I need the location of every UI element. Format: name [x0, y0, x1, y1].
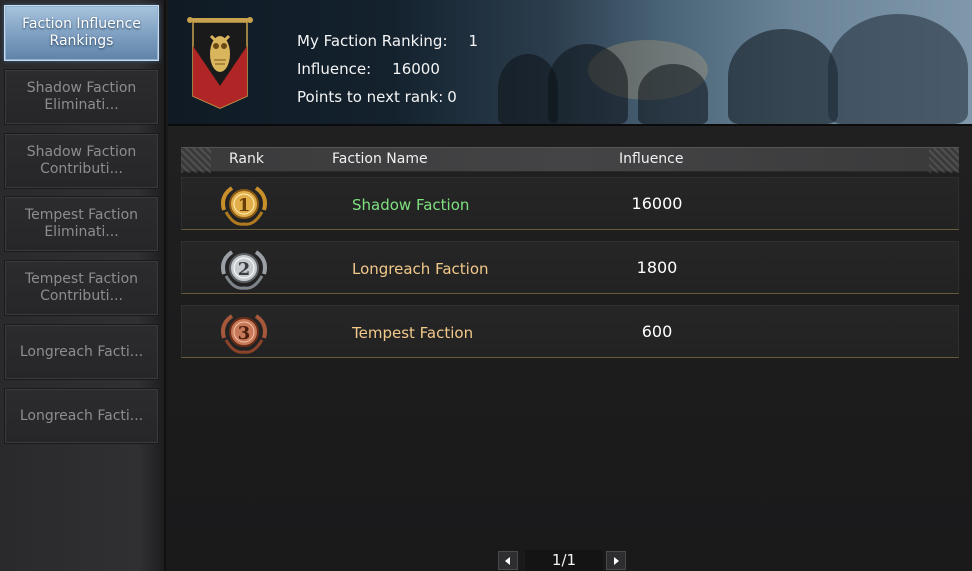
faction-name: Tempest Faction	[352, 324, 474, 342]
column-rank: Rank	[229, 151, 264, 167]
next-rank-label: Points to next rank:	[297, 88, 444, 106]
chevron-left-icon	[505, 556, 510, 565]
faction-influence: 16000	[631, 194, 683, 213]
table-row: 3 Tempest Faction 600	[181, 305, 959, 358]
header-ornament	[929, 148, 959, 173]
rank-1-text: 1	[238, 195, 251, 216]
faction-influence: 600	[641, 322, 673, 341]
my-ranking-value: 1	[468, 32, 479, 50]
sidebar-item-label: Longreach Facti...	[19, 407, 144, 424]
sidebar-item-tempest-faction-elimination[interactable]: Tempest Faction Eliminati...	[4, 196, 159, 252]
sidebar-item-label: Tempest Faction Eliminati...	[24, 207, 139, 240]
rank-3-text: 3	[238, 323, 251, 344]
my-faction-info: My Faction Ranking: 1 Influence: 16000 P…	[297, 27, 478, 111]
column-influence: Influence	[619, 151, 684, 167]
pagination: 1/1	[498, 550, 630, 571]
sidebar-item-longreach-faction-2[interactable]: Longreach Facti...	[4, 388, 159, 444]
main-panel: My Faction Ranking: 1 Influence: 16000 P…	[168, 0, 972, 571]
sidebar-item-label: Shadow Faction Eliminati...	[26, 80, 137, 113]
faction-name: Shadow Faction	[352, 196, 470, 214]
scene-figure	[638, 64, 708, 124]
sidebar-item-tempest-faction-contribution[interactable]: Tempest Faction Contributi...	[4, 260, 159, 316]
header-banner: My Faction Ranking: 1 Influence: 16000 P…	[168, 0, 972, 126]
scene-figure	[728, 29, 838, 124]
sidebar-item-label: Shadow Faction Contributi...	[26, 144, 137, 177]
faction-name: Longreach Faction	[352, 260, 489, 278]
chevron-right-icon	[614, 556, 619, 565]
owl-banner-icon	[187, 17, 253, 109]
sidebar-item-shadow-faction-contribution[interactable]: Shadow Faction Contributi...	[4, 133, 159, 189]
sidebar: Faction Influence Rankings Shadow Factio…	[0, 0, 166, 571]
table-row: 2 Longreach Faction 1800	[181, 241, 959, 294]
influence-label: Influence:	[297, 60, 372, 78]
gold-medal-icon: 1	[221, 186, 267, 226]
sidebar-item-shadow-faction-elimination[interactable]: Shadow Faction Eliminati...	[4, 69, 159, 125]
table-row: 1 Shadow Faction 16000	[181, 177, 959, 230]
faction-influence: 1800	[636, 258, 678, 277]
prev-page-button[interactable]	[498, 551, 518, 570]
table-header: Rank Faction Name Influence	[181, 147, 959, 173]
my-ranking-label: My Faction Ranking:	[297, 32, 448, 50]
sidebar-item-label: Faction Influence Rankings	[22, 16, 141, 49]
sidebar-item-faction-influence-rankings[interactable]: Faction Influence Rankings	[4, 5, 159, 61]
scene-figure	[828, 14, 968, 124]
rank-2-text: 2	[238, 259, 251, 280]
scene-figure	[548, 44, 628, 124]
silver-medal-icon: 2	[221, 250, 267, 290]
influence-value: 16000	[392, 60, 440, 78]
next-rank-value: 0	[447, 88, 457, 106]
next-page-button[interactable]	[606, 551, 626, 570]
header-ornament	[181, 148, 211, 173]
sidebar-item-label: Tempest Faction Contributi...	[24, 271, 139, 304]
page-indicator: 1/1	[525, 550, 603, 571]
sidebar-item-label: Longreach Facti...	[19, 343, 144, 360]
sidebar-item-longreach-faction-1[interactable]: Longreach Facti...	[4, 324, 159, 380]
column-faction-name: Faction Name	[332, 151, 428, 167]
bronze-medal-icon: 3	[221, 314, 267, 354]
